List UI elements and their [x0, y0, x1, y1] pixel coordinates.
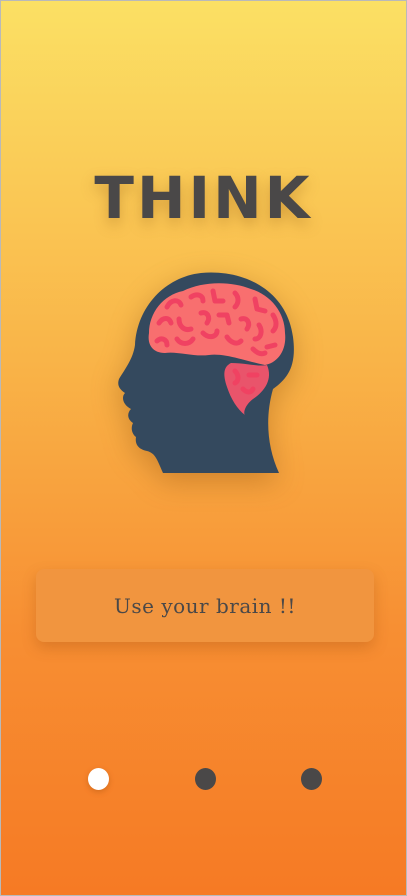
message-card: Use your brain !!: [36, 569, 374, 642]
message-text: Use your brain !!: [114, 593, 296, 618]
page-dot-1-active[interactable]: [88, 768, 109, 790]
page-dot-2[interactable]: [195, 768, 216, 790]
page-indicator: [1, 768, 406, 792]
page-dot-3[interactable]: [301, 768, 322, 790]
brain-head-icon: [105, 267, 301, 479]
onboarding-screen: THINK Use your brain !!: [0, 0, 407, 896]
page-title: THINK: [94, 164, 313, 232]
